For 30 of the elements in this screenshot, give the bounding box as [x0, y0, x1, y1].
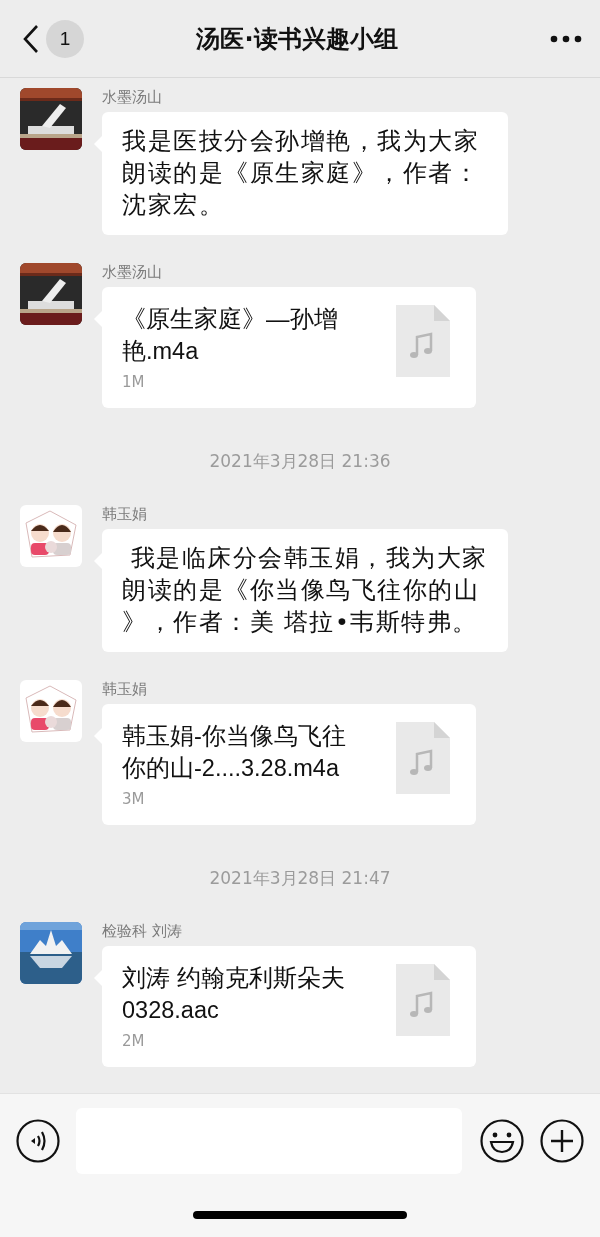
sender-name: 水墨汤山 [102, 263, 163, 281]
message-text: 我是临床分会韩玉娟，我为大家朗读的是《你当像鸟飞往你的山》，作者：美 塔拉•韦斯特弗。 [122, 543, 488, 638]
more-button[interactable] [550, 34, 582, 43]
message-text: 我是医技分会孙增艳，我为大家朗读的是《原生家庭》，作者：沈家宏。 [122, 126, 480, 221]
file-name: 刘涛 约翰克利斯朵夫0328.aac [122, 964, 346, 1025]
file-name: 《原生家庭》—孙增艳.m4a [122, 305, 339, 366]
audio-file-icon [396, 964, 450, 1036]
more-icon [550, 34, 582, 43]
emoji-button[interactable] [480, 1119, 524, 1163]
smiley-icon [480, 1119, 524, 1163]
back-icon [22, 23, 40, 54]
chat-title: 汤医·读书兴趣小组 [195, 23, 399, 55]
file-size: 2M [122, 1032, 146, 1050]
sender-name: 检验科 刘涛 [102, 922, 183, 940]
sender-name: 韩玉娟 [102, 505, 148, 523]
audio-file-icon [396, 722, 450, 794]
audio-file-icon [396, 305, 450, 377]
timestamp: 2021年3月28日 21:36 [208, 450, 392, 473]
sender-name: 水墨汤山 [102, 88, 163, 106]
file-name: 韩玉娟-你当像鸟飞往你的山-2....3.28.m4a [122, 722, 347, 783]
voice-icon [16, 1119, 60, 1163]
unread-count: 1 [46, 19, 84, 58]
add-button[interactable] [540, 1119, 584, 1163]
file-size: 3M [122, 790, 146, 808]
plus-icon [540, 1119, 584, 1163]
file-size: 1M [122, 373, 146, 391]
back-button[interactable]: 1 [22, 19, 84, 58]
sender-name: 韩玉娟 [102, 680, 148, 698]
timestamp: 2021年3月28日 21:47 [208, 867, 392, 890]
voice-button[interactable] [16, 1119, 60, 1163]
